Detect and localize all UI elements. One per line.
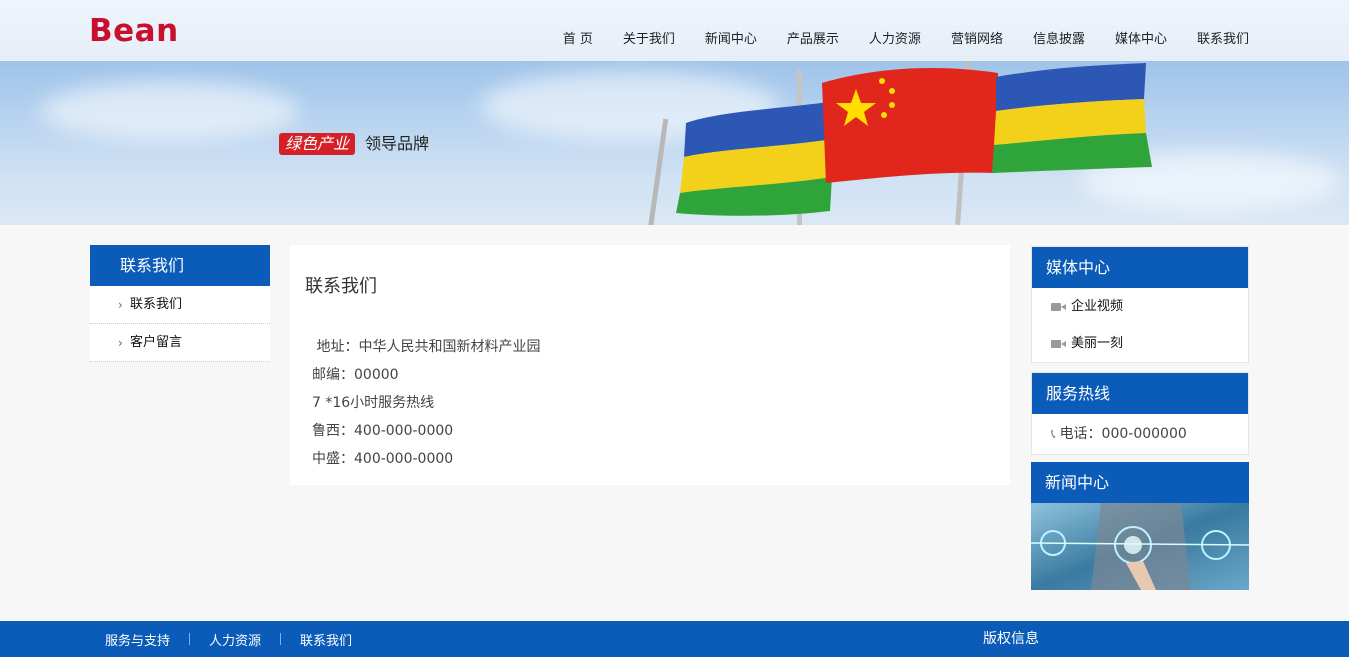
- media-center-box: 媒体中心 企业视频 美丽一刻: [1031, 246, 1249, 363]
- chevron-right-icon: ›: [118, 298, 123, 312]
- flags-illustration: [647, 61, 1152, 225]
- video-camera-icon: [1051, 302, 1066, 312]
- footer-links: 服务与支持 人力资源 联系我们: [105, 621, 352, 657]
- nav-item-disclosure[interactable]: 信息披露: [1033, 31, 1085, 49]
- media-link-video[interactable]: 企业视频: [1032, 288, 1248, 325]
- nav-item-contact[interactable]: 联系我们: [1197, 31, 1249, 49]
- media-link-moment[interactable]: 美丽一刻: [1032, 325, 1248, 362]
- main-nav: 首 页 关于我们 新闻中心 产品展示 人力资源 营销网络 信息披露 媒体中心 联…: [563, 31, 1249, 49]
- page-title: 联系我们: [305, 276, 377, 297]
- nav-item-about[interactable]: 关于我们: [623, 31, 675, 49]
- sidebar-item-feedback[interactable]: › 客户留言: [90, 324, 270, 362]
- banner-slogan: 绿色产业 领导品牌: [279, 133, 429, 155]
- contact-hotline-label: 7 *16小时服务热线: [312, 395, 435, 411]
- slogan-tag: 绿色产业: [279, 133, 356, 155]
- left-sidebar: 联系我们 › 联系我们 › 客户留言: [90, 245, 270, 362]
- contact-info: 地址：中华人民共和国新材料产业园 邮编：00000 7 *16小时服务热线 鲁西…: [312, 333, 540, 473]
- tech-hand-illustration: [1031, 503, 1249, 590]
- footer-link-hr[interactable]: 人力资源: [209, 630, 261, 649]
- hero-banner: 绿色产业 领导品牌: [0, 61, 1349, 225]
- nav-item-news[interactable]: 新闻中心: [705, 31, 757, 49]
- hotline-box: 服务热线 📞︎ 电话：000-000000: [1031, 372, 1249, 455]
- hotline-row: 📞︎ 电话：000-000000: [1032, 414, 1248, 454]
- contact-luxi-phone: 鲁西：400-000-0000: [312, 423, 454, 439]
- nav-item-products[interactable]: 产品展示: [787, 31, 839, 49]
- chevron-right-icon: ›: [118, 336, 123, 350]
- footer-link-contact[interactable]: 联系我们: [300, 630, 352, 649]
- sidebar-item-contact[interactable]: › 联系我们: [90, 286, 270, 324]
- nav-item-hr[interactable]: 人力资源: [869, 31, 921, 49]
- contact-zhongsheng-phone: 中盛：400-000-0000: [312, 451, 454, 467]
- footer-copyright: 版权信息: [983, 631, 1039, 647]
- sidebar-item-label: 联系我们: [130, 297, 183, 312]
- footer-link-support[interactable]: 服务与支持: [105, 630, 170, 649]
- nav-item-home[interactable]: 首 页: [563, 31, 593, 49]
- media-link-label: 美丽一刻: [1071, 336, 1124, 351]
- media-center-title: 媒体中心: [1032, 247, 1248, 288]
- footer-divider: [189, 633, 191, 645]
- site-header: Bean 首 页 关于我们 新闻中心 产品展示 人力资源 营销网络 信息披露 媒…: [0, 0, 1349, 61]
- nav-item-media[interactable]: 媒体中心: [1115, 31, 1167, 49]
- site-logo[interactable]: Bean: [89, 14, 179, 48]
- phone-icon: 📞︎: [1051, 427, 1056, 442]
- video-camera-icon: [1051, 339, 1066, 349]
- slogan-text: 领导品牌: [365, 134, 430, 153]
- news-center-title: 新闻中心: [1031, 462, 1249, 503]
- contact-address: 地址：中华人民共和国新材料产业园: [312, 339, 541, 355]
- news-center-box: 新闻中心: [1031, 462, 1249, 590]
- footer-divider: [280, 633, 282, 645]
- site-footer: 服务与支持 人力资源 联系我们 版权信息: [0, 621, 1349, 657]
- media-link-label: 企业视频: [1071, 299, 1124, 314]
- main-content: 联系我们 地址：中华人民共和国新材料产业园 邮编：00000 7 *16小时服务…: [290, 245, 1010, 485]
- news-image[interactable]: [1031, 503, 1249, 590]
- hotline-title: 服务热线: [1032, 373, 1248, 414]
- sidebar-item-label: 客户留言: [130, 335, 183, 350]
- contact-zipcode: 邮编：00000: [312, 367, 399, 383]
- nav-item-marketing[interactable]: 营销网络: [951, 31, 1003, 49]
- left-sidebar-title: 联系我们: [90, 245, 270, 286]
- hotline-phone: 电话：000-000000: [1059, 426, 1187, 442]
